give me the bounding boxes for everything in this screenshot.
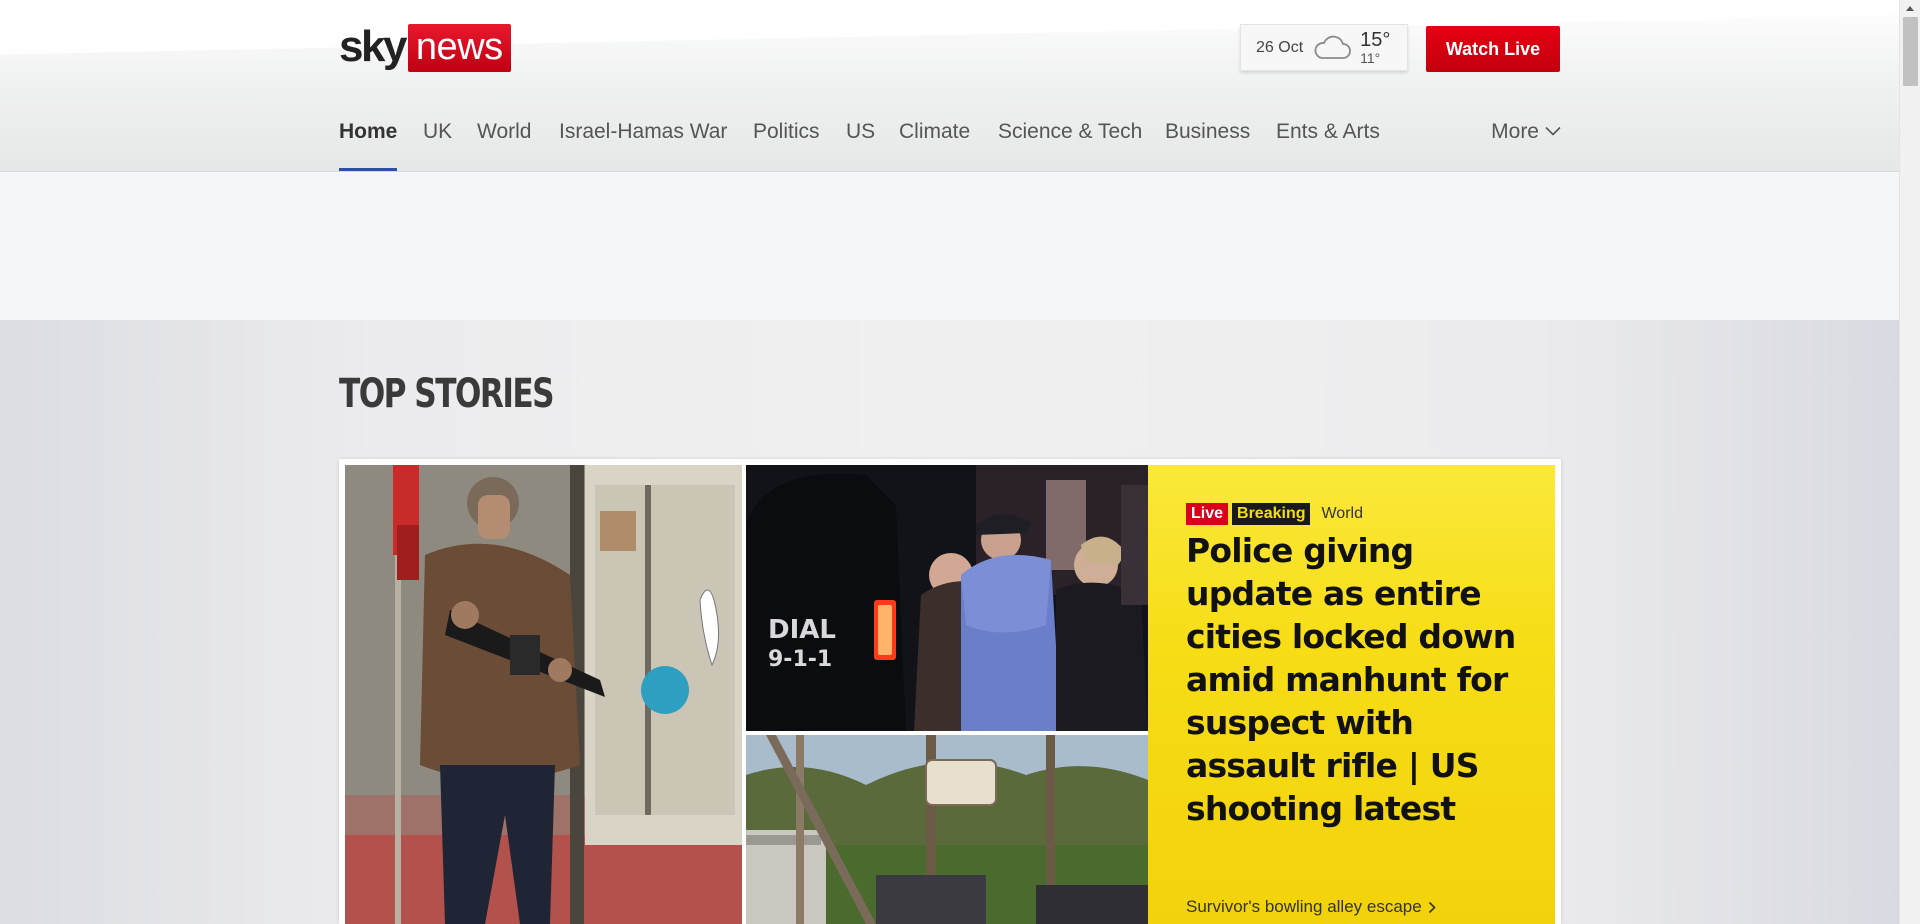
dial-text: DIAL [768, 615, 836, 645]
site-header: sky news 26 Oct 15° 11° Watch Live Home … [0, 0, 1899, 172]
chevron-right-icon [1428, 901, 1436, 913]
weather-date: 26 Oct [1256, 38, 1304, 56]
dial-911-text: 9-1-1 [768, 647, 832, 672]
watch-live-button[interactable]: Watch Live [1426, 26, 1560, 72]
weather-temperatures: 15° 11° [1360, 30, 1390, 65]
police-scene-image[interactable]: DIAL 9-1-1 [746, 465, 1148, 731]
breaking-badge: Breaking [1232, 503, 1311, 525]
suspect-image-art [345, 465, 742, 924]
nav-item-uk[interactable]: UK [423, 120, 452, 171]
nav-item-business[interactable]: Business [1165, 120, 1250, 171]
category-label: World [1321, 505, 1363, 522]
nav-item-world[interactable]: World [477, 120, 531, 171]
lead-story-headline[interactable]: Police giving update as entire cities lo… [1186, 529, 1519, 830]
nav-item-science-tech[interactable]: Science & Tech [998, 120, 1142, 171]
cloud-icon [1314, 35, 1352, 59]
section-title: TOP STORIES [339, 371, 555, 417]
main-nav: Home UK World Israel-Hamas War Politics … [339, 120, 1561, 171]
logo-news-text: news [407, 24, 511, 72]
related-story-link[interactable]: Survivor's bowling alley escape [1186, 897, 1436, 917]
nav-item-israel-hamas-war[interactable]: Israel-Hamas War [559, 120, 727, 171]
related-story-label: Survivor's bowling alley escape [1186, 897, 1422, 916]
sky-news-logo[interactable]: sky news [339, 24, 511, 72]
scrollbar-thumb[interactable] [1903, 17, 1918, 86]
chevron-down-icon [1545, 126, 1561, 136]
nav-item-ents-arts[interactable]: Ents & Arts [1276, 120, 1380, 171]
page: sky news 26 Oct 15° 11° Watch Live Home … [0, 0, 1899, 924]
story-tags: Live Breaking World [1186, 503, 1519, 525]
nav-more-label: More [1491, 120, 1539, 143]
nav-more-button[interactable]: More [1491, 120, 1561, 144]
nav-item-climate[interactable]: Climate [899, 120, 970, 171]
page-scrollbar[interactable] [1899, 0, 1920, 924]
police-scene-image-art: DIAL 9-1-1 [746, 465, 1148, 731]
header-decoration [0, 0, 1899, 55]
advert-slot [0, 173, 1899, 320]
weather-widget[interactable]: 26 Oct 15° 11° [1240, 24, 1408, 71]
bar-grille-image[interactable] [746, 735, 1148, 924]
nav-item-home[interactable]: Home [339, 120, 398, 171]
weather-low-temp: 11° [1360, 50, 1381, 66]
bar-grille-image-art [746, 735, 1148, 924]
lead-story-card[interactable]: DIAL 9-1-1 Live Breaking World Police gi… [339, 459, 1561, 924]
nav-item-us[interactable]: US [846, 120, 875, 171]
nav-item-politics[interactable]: Politics [753, 120, 820, 171]
scroll-up-icon[interactable] [1906, 6, 1914, 11]
suspect-image[interactable] [345, 465, 742, 924]
weather-high-temp: 15° [1360, 29, 1391, 51]
lead-story-text-panel: Live Breaking World Police giving update… [1148, 465, 1555, 924]
live-badge: Live [1186, 503, 1229, 525]
logo-sky-text: sky [339, 22, 407, 71]
